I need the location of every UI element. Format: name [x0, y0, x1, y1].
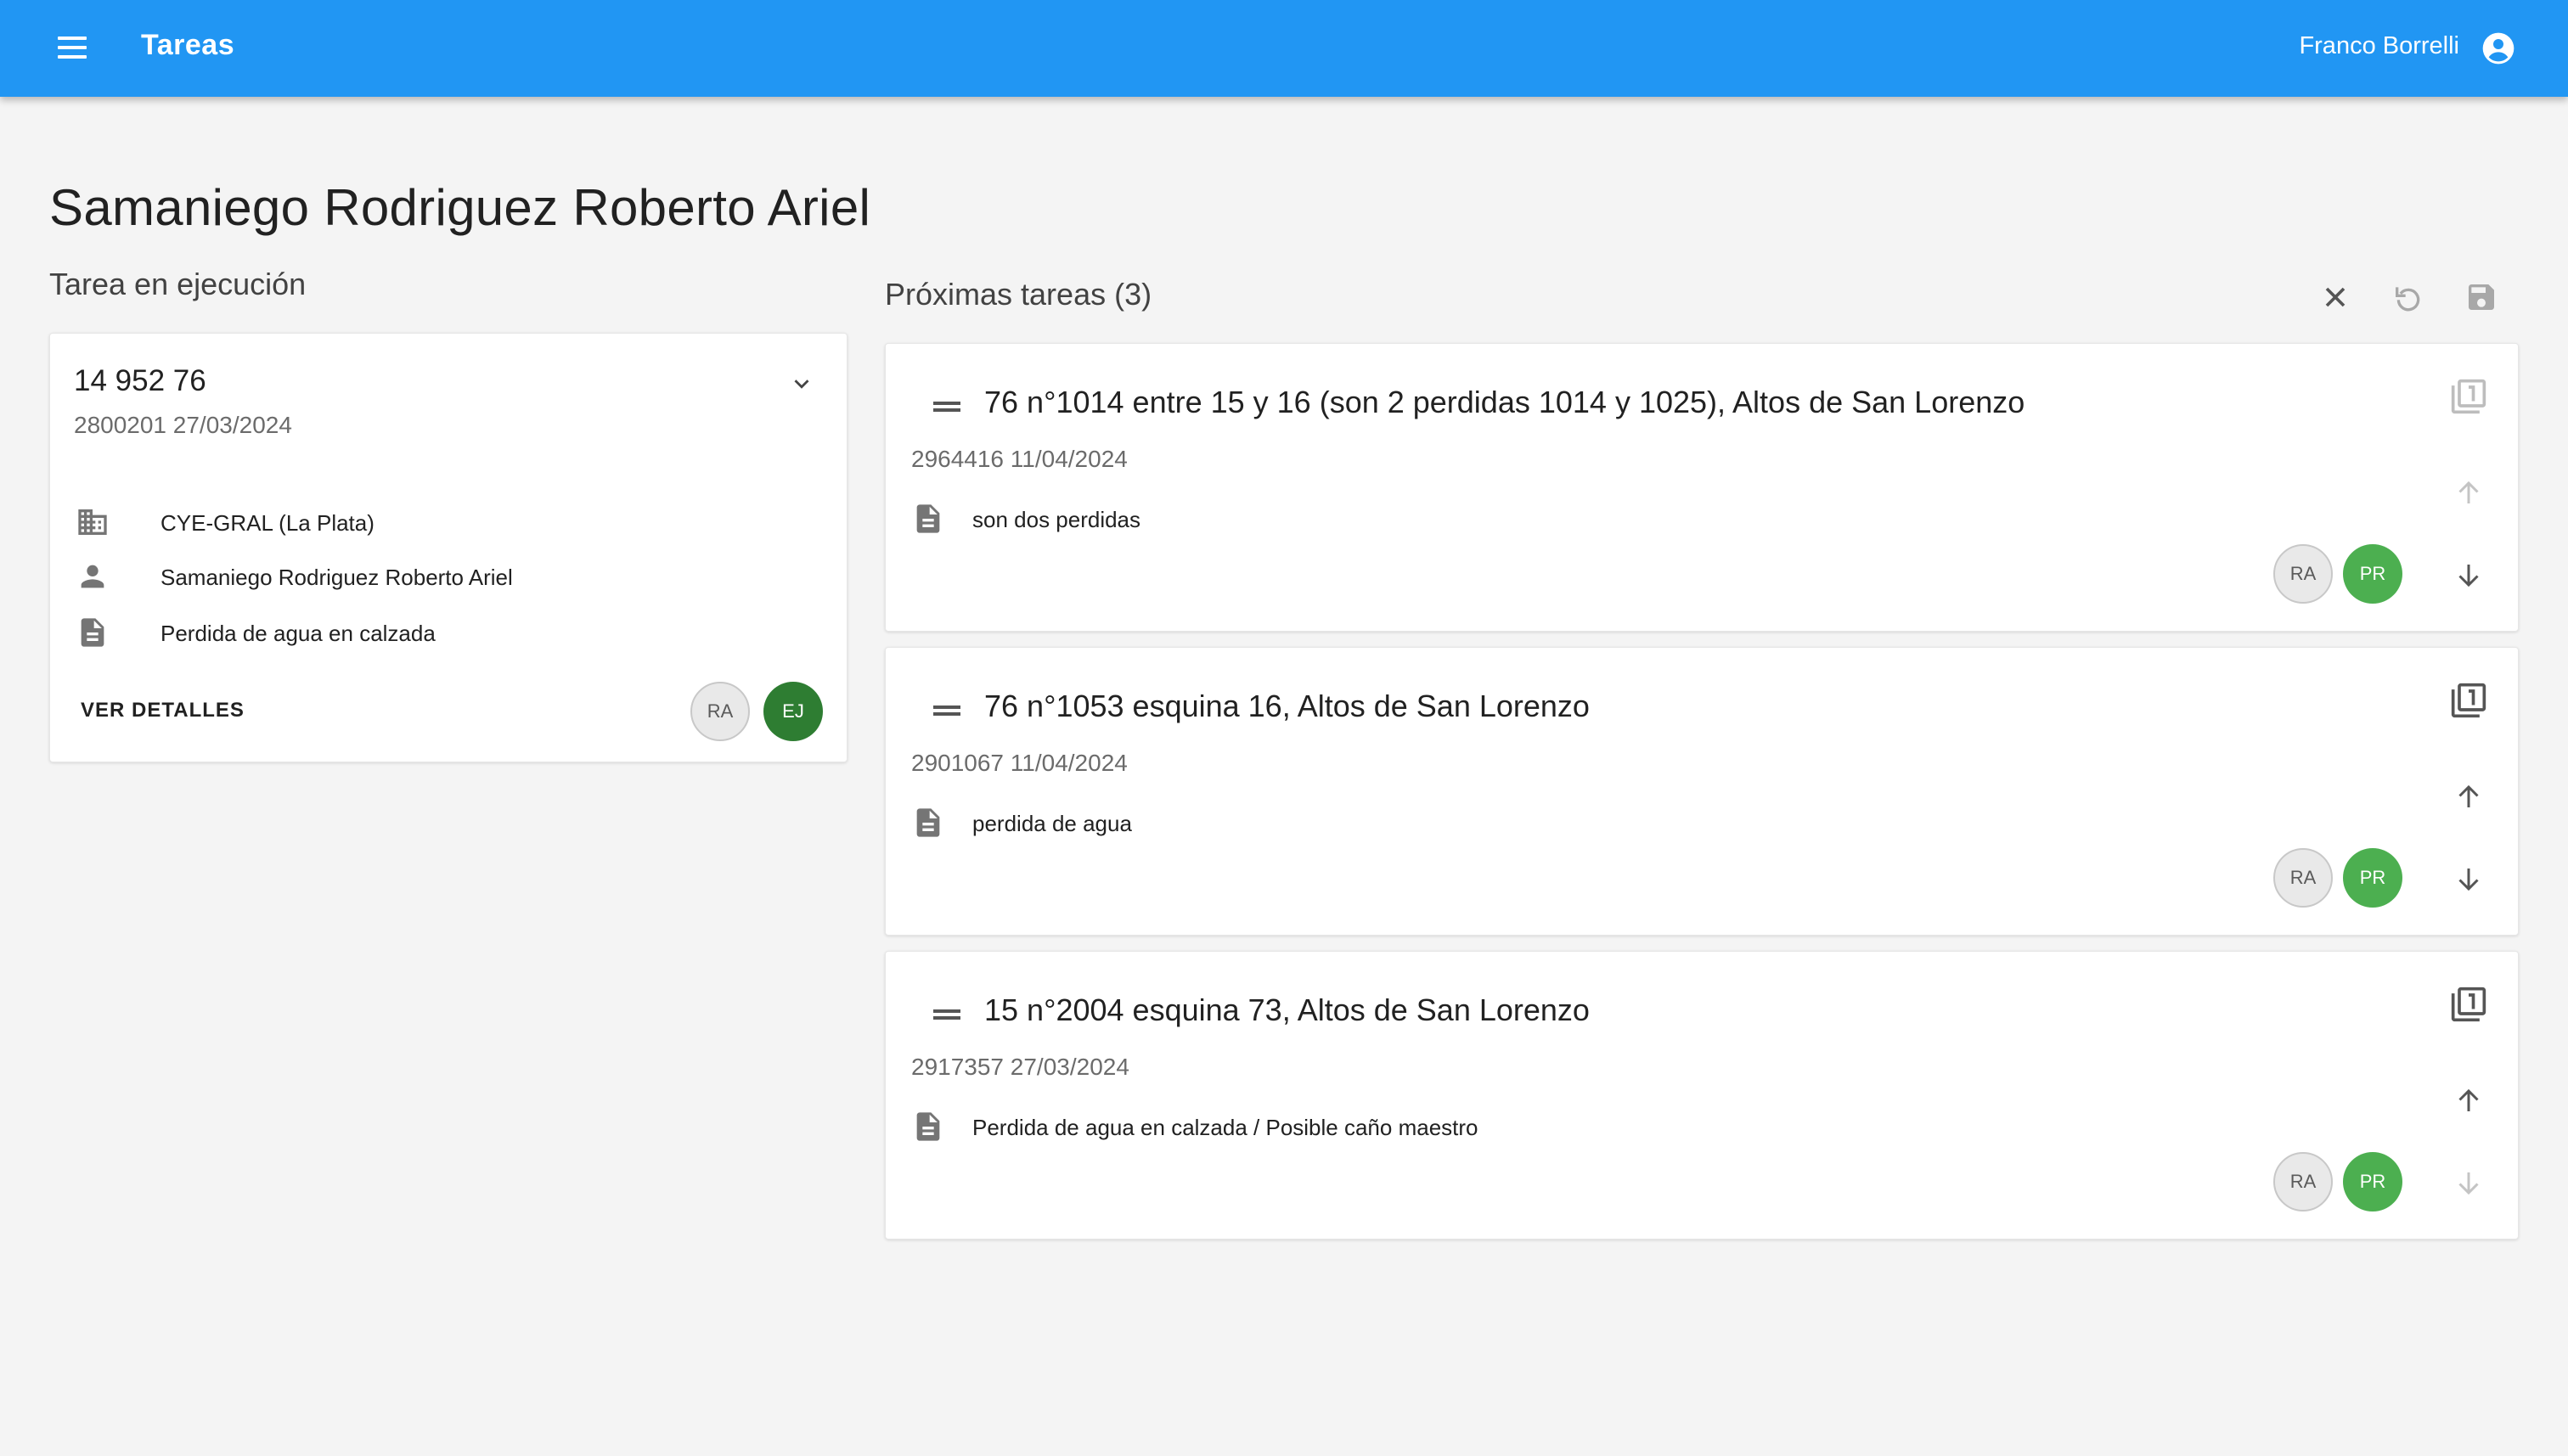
badge-ra: RA — [2273, 848, 2333, 908]
arrow-up-icon[interactable] — [2453, 782, 2484, 812]
filter-1-icon[interactable] — [2450, 986, 2487, 1023]
page-title: Samaniego Rodriguez Roberto Ariel — [49, 179, 871, 237]
document-icon — [916, 1112, 940, 1141]
badge-ej: EJ — [763, 682, 823, 741]
document-icon — [916, 808, 940, 837]
person-icon — [81, 565, 104, 588]
save-icon[interactable] — [2464, 280, 2498, 314]
task-title: 76 n°1014 entre 15 y 16 (son 2 perdidas … — [984, 385, 2025, 419]
user-name[interactable]: Franco Borrelli — [2299, 32, 2459, 60]
task-card[interactable]: 15 n°2004 esquina 73, Altos de San Loren… — [885, 951, 2519, 1240]
task-description: Perdida de agua en calzada / Posible cañ… — [972, 1115, 1478, 1140]
view-details-button[interactable]: VER DETALLES — [81, 699, 245, 722]
app-title: Tareas — [141, 29, 235, 61]
undo-icon[interactable] — [2391, 280, 2425, 314]
building-icon — [78, 509, 107, 535]
arrow-up-icon[interactable] — [2453, 478, 2484, 509]
task-subtitle: 2917357 27/03/2024 — [911, 1054, 1129, 1080]
chevron-down-icon[interactable] — [789, 371, 814, 396]
upcoming-tasks-heading: Próximas tareas (3) — [885, 277, 1152, 312]
badge-ra: RA — [690, 682, 750, 741]
arrow-down-icon[interactable] — [2453, 863, 2484, 894]
arrow-down-icon[interactable] — [2453, 559, 2484, 590]
task-title: 76 n°1053 esquina 16, Altos de San Loren… — [984, 689, 1590, 723]
document-icon — [81, 618, 104, 647]
filter-1-icon[interactable] — [2450, 378, 2487, 415]
task-subtitle: 2800201 27/03/2024 — [74, 412, 292, 438]
location-text: CYE-GRAL (La Plata) — [160, 510, 374, 536]
drag-handle-icon[interactable] — [933, 1006, 964, 1023]
task-title: 15 n°2004 esquina 73, Altos de San Loren… — [984, 992, 1590, 1027]
task-description: son dos perdidas — [972, 507, 1141, 532]
badge-pr: PR — [2343, 848, 2402, 908]
badge-ra: RA — [2273, 544, 2333, 604]
description-text: Perdida de agua en calzada — [160, 621, 436, 646]
current-task-heading: Tarea en ejecución — [49, 267, 307, 301]
current-task-card: 14 952 76 2800201 27/03/2024 CYE-GRAL (L… — [49, 333, 848, 762]
arrow-up-icon[interactable] — [2453, 1086, 2484, 1116]
task-number: 14 952 76 — [74, 364, 206, 397]
person-text: Samaniego Rodriguez Roberto Ariel — [160, 565, 513, 590]
badge-pr: PR — [2343, 544, 2402, 604]
task-card[interactable]: 76 n°1053 esquina 16, Altos de San Loren… — [885, 647, 2519, 936]
close-icon[interactable] — [2318, 280, 2352, 314]
task-subtitle: 2901067 11/04/2024 — [911, 750, 1128, 776]
filter-1-icon[interactable] — [2450, 682, 2487, 719]
task-subtitle: 2964416 11/04/2024 — [911, 446, 1128, 472]
task-description: perdida de agua — [972, 811, 1132, 836]
menu-icon[interactable] — [56, 33, 90, 64]
account-circle-icon[interactable] — [2481, 31, 2515, 65]
badge-ra: RA — [2273, 1152, 2333, 1211]
badge-pr: PR — [2343, 1152, 2402, 1211]
drag-handle-icon[interactable] — [933, 702, 964, 719]
task-card[interactable]: 76 n°1014 entre 15 y 16 (son 2 perdidas … — [885, 343, 2519, 632]
document-icon — [916, 504, 940, 533]
arrow-down-icon[interactable] — [2453, 1167, 2484, 1198]
drag-handle-icon[interactable] — [933, 398, 964, 415]
app-bar: Tareas Franco Borrelli — [0, 0, 2568, 97]
